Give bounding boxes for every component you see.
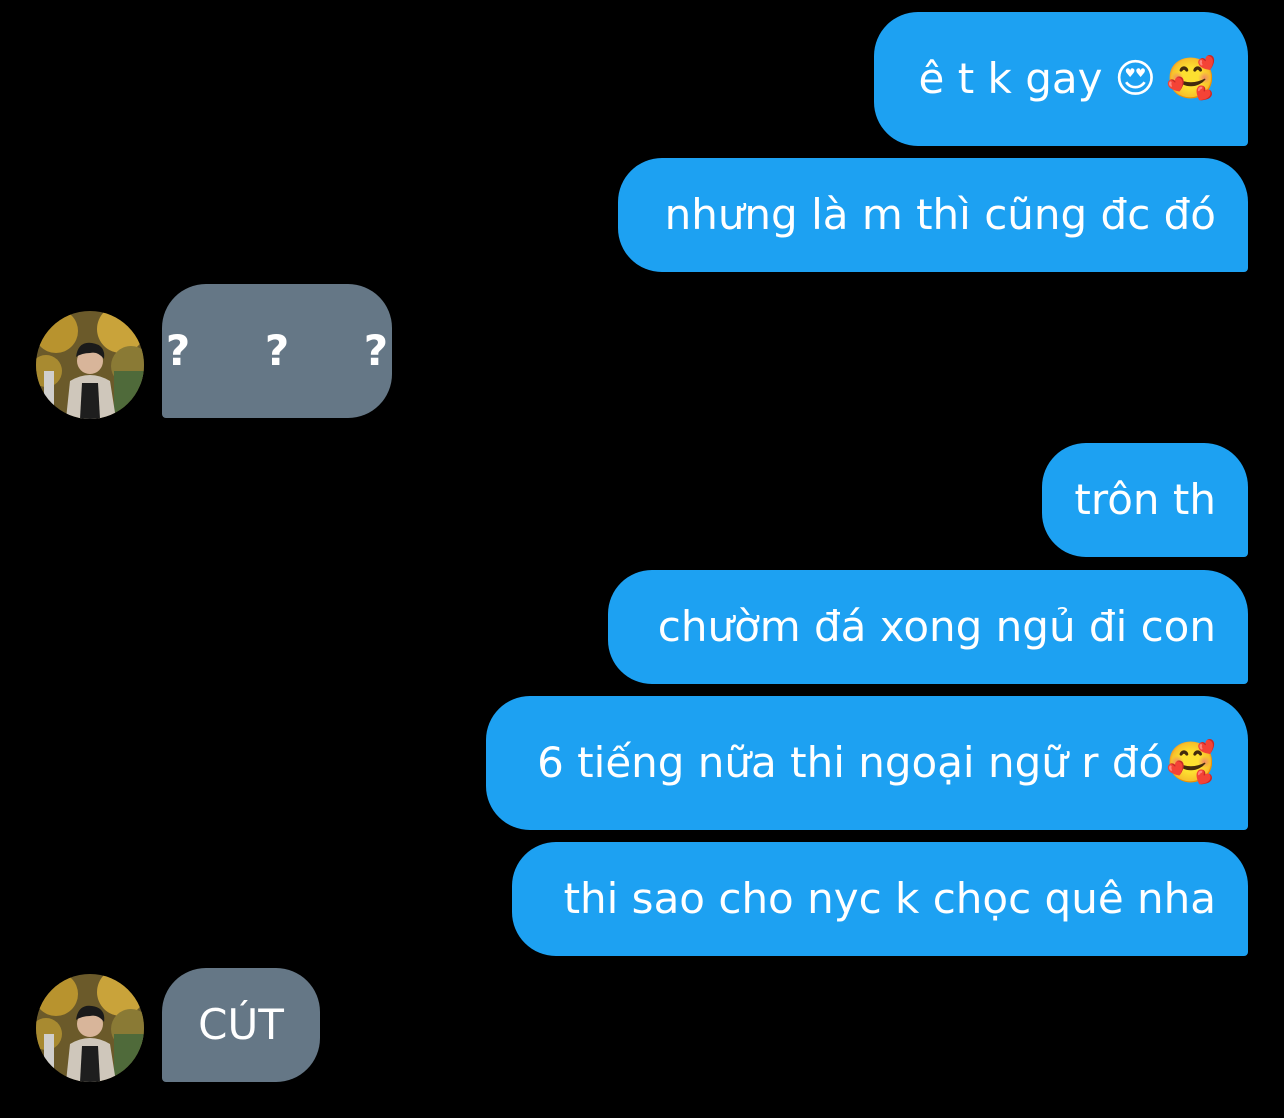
avatar-photo — [36, 974, 144, 1082]
message-text: thi sao cho nyc k chọc quê nha — [563, 874, 1216, 923]
sent-message-bubble[interactable]: nhưng là m thì cũng đc đó — [618, 158, 1248, 272]
message-text: ? ? ? — [165, 326, 419, 375]
message-text: trôn th — [1074, 475, 1216, 524]
message-text: ê t k gay — [918, 54, 1103, 103]
message-text: 6 tiếng nữa thi ngoại ngữ r đó — [537, 738, 1165, 787]
sent-message-bubble[interactable]: chườm đá xong ngủ đi con — [608, 570, 1248, 684]
message-text: chườm đá xong ngủ đi con — [657, 602, 1216, 651]
received-message-bubble[interactable]: ? ? ? — [162, 284, 392, 418]
sent-message-bubble[interactable]: ê t k gay 😍 🥰 — [874, 12, 1248, 146]
received-message-bubble[interactable]: CÚT — [162, 968, 320, 1082]
chat-thread: ê t k gay 😍 🥰 nhưng là m thì cũng đc đó … — [0, 0, 1284, 1118]
sent-message-bubble[interactable]: thi sao cho nyc k chọc quê nha — [512, 842, 1248, 956]
smiling-face-with-hearts-icon: 🥰 — [1166, 740, 1216, 786]
contact-avatar[interactable] — [36, 974, 144, 1082]
sent-message-bubble[interactable]: trôn th — [1042, 443, 1248, 557]
contact-avatar[interactable] — [36, 311, 144, 419]
message-text: CÚT — [198, 1000, 284, 1049]
sent-message-bubble[interactable]: 6 tiếng nữa thi ngoại ngữ r đó 🥰 — [486, 696, 1248, 830]
message-text: nhưng là m thì cũng đc đó — [664, 190, 1216, 239]
avatar-photo — [36, 311, 144, 419]
smiling-face-with-hearts-icon: 🥰 — [1166, 56, 1216, 102]
smiling-face-with-heart-eyes-icon: 😍 — [1114, 56, 1157, 102]
